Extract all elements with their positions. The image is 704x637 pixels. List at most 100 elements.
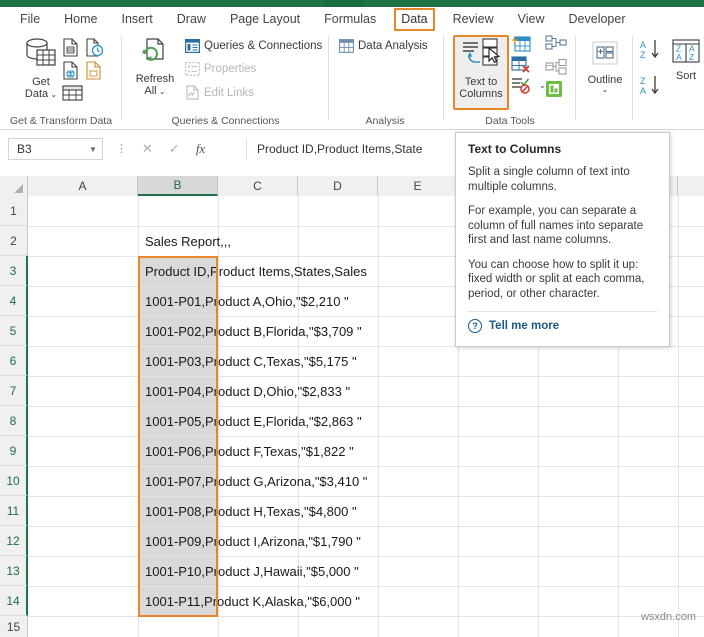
select-all-corner[interactable]	[0, 176, 28, 196]
sort-label: Sort	[675, 69, 697, 82]
cell-b8[interactable]: 1001-P05,Product E,Florida,"$2,863 "	[142, 406, 572, 436]
tab-view[interactable]: View	[512, 9, 551, 30]
sort-descending-button[interactable]: Z A	[639, 74, 669, 96]
row-header-5[interactable]: 5	[0, 316, 28, 346]
cell-b7[interactable]: 1001-P04,Product D,Ohio,"$2,833 "	[142, 376, 572, 406]
row-header-9[interactable]: 9	[0, 436, 28, 466]
properties-icon	[185, 62, 200, 76]
cell-b9[interactable]: 1001-P06,Product F,Texas,"$1,822 "	[142, 436, 572, 466]
name-box[interactable]: B3 ▼	[8, 138, 103, 160]
row-header-1[interactable]: 1	[0, 196, 28, 226]
row-header-15[interactable]: 15	[0, 616, 28, 637]
cell-b14[interactable]: 1001-P11,Product K,Alaska,"$6,000 "	[142, 586, 572, 616]
row-header-12[interactable]: 12	[0, 526, 28, 556]
row-header-14[interactable]: 14	[0, 586, 28, 616]
watermark: wsxdn.com	[640, 611, 696, 623]
flash-fill-icon	[511, 35, 531, 52]
tab-page-layout[interactable]: Page Layout	[224, 9, 306, 30]
cell-b13[interactable]: 1001-P10,Product J,Hawaii,"$5,000 "	[142, 556, 572, 586]
row-header-11[interactable]: 11	[0, 496, 28, 526]
row-header-4[interactable]: 4	[0, 286, 28, 316]
text-to-columns-icon	[459, 38, 503, 74]
formula-bar-buttons: ✕ ✓ fx	[134, 138, 213, 160]
group-label-data-tools: Data Tools	[485, 115, 535, 127]
tab-data[interactable]: Data	[394, 8, 435, 31]
column-header-d[interactable]: D	[298, 176, 378, 196]
properties-button[interactable]: Properties	[185, 62, 256, 76]
tab-developer[interactable]: Developer	[563, 9, 632, 30]
fx-icon[interactable]: fx	[196, 141, 205, 157]
from-workbook-icon	[85, 61, 102, 80]
column-header-e[interactable]: E	[378, 176, 458, 196]
row-header-7[interactable]: 7	[0, 376, 28, 406]
from-web-button[interactable]	[62, 61, 83, 80]
from-recent-sources-button[interactable]	[85, 38, 108, 57]
sort-za-icon: Z A	[639, 74, 665, 96]
refresh-all-button[interactable]: Refresh All ⌄	[131, 37, 179, 98]
excel-window: File Home Insert Draw Page Layout Formul…	[0, 0, 704, 637]
outline-icon	[589, 40, 621, 72]
tab-review[interactable]: Review	[447, 9, 500, 30]
cell-b10[interactable]: 1001-P07,Product G,Arizona,"$3,410 "	[142, 466, 572, 496]
consolidate-button[interactable]	[545, 35, 571, 51]
from-text-csv-button[interactable]	[62, 38, 83, 57]
svg-text:Z: Z	[640, 50, 646, 60]
tab-home[interactable]: Home	[58, 9, 103, 30]
cell-b12[interactable]: 1001-P09,Product I,Arizona,"$1,790 "	[142, 526, 572, 556]
row-header-13[interactable]: 13	[0, 556, 28, 586]
sort-button[interactable]: Z A A Z Sort	[668, 38, 704, 82]
cell-b11[interactable]: 1001-P08,Product H,Texas,"$4,800 "	[142, 496, 572, 526]
row-header-10[interactable]: 10	[0, 466, 28, 496]
column-header-b[interactable]: B	[138, 176, 218, 196]
row-header-2[interactable]: 2	[0, 226, 28, 256]
column-header-i[interactable]	[678, 176, 704, 196]
relationships-button[interactable]	[545, 59, 571, 75]
properties-label: Properties	[204, 63, 257, 75]
edit-links-button[interactable]: Edit Links	[185, 85, 254, 100]
row-header-6[interactable]: 6	[0, 346, 28, 376]
manage-data-model-button[interactable]	[545, 80, 567, 98]
data-validation-button[interactable]: ⌄	[511, 77, 546, 94]
check-icon[interactable]: ✓	[169, 141, 180, 157]
formula-bar-handle[interactable]: ⋮	[116, 142, 127, 155]
tab-insert[interactable]: Insert	[116, 9, 159, 30]
outline-dropdown-caret[interactable]: ⌄	[602, 86, 609, 94]
manage-data-model-icon	[545, 80, 563, 98]
ribbon-group-analysis: Data Analysis Analysis	[330, 32, 440, 130]
ribbon-divider-4	[575, 36, 576, 120]
tab-draw[interactable]: Draw	[171, 9, 212, 30]
queries-connections-button[interactable]: Queries & Connections	[185, 39, 322, 53]
group-label-analysis: Analysis	[365, 115, 405, 127]
title-bar-strip	[0, 0, 704, 7]
ribbon-divider-5	[632, 36, 633, 120]
tab-file[interactable]: File	[14, 9, 46, 30]
row-header-8[interactable]: 8	[0, 406, 28, 436]
get-data-label-line2: Data ⌄	[24, 88, 58, 100]
ribbon-body: Get Data ⌄ Get & Transform Data Refresh …	[0, 32, 704, 130]
remove-duplicates-button[interactable]	[511, 56, 535, 73]
refresh-all-icon	[140, 37, 170, 71]
consolidate-icon	[545, 35, 567, 51]
tooltip-paragraph-1: Split a single column of text into multi…	[468, 166, 630, 193]
cell-b6[interactable]: 1001-P03,Product C,Texas,"$5,175 "	[142, 346, 572, 376]
row-header-3[interactable]: 3	[0, 256, 28, 286]
data-analysis-label: Data Analysis	[358, 40, 428, 52]
outline-button[interactable]: Outline ⌄	[581, 40, 629, 94]
edit-links-label: Edit Links	[204, 86, 254, 99]
chevron-down-icon[interactable]: ▼	[84, 145, 102, 154]
data-analysis-button[interactable]: Data Analysis	[339, 39, 428, 53]
ribbon-divider-1	[121, 36, 122, 120]
tell-me-more-label: Tell me more	[489, 320, 560, 332]
text-to-columns-button[interactable]: Text to Columns	[455, 38, 507, 101]
from-workbook-button[interactable]	[85, 61, 106, 80]
tell-me-more-link[interactable]: ? Tell me more	[468, 319, 657, 333]
column-header-a[interactable]: A	[28, 176, 138, 196]
sort-ascending-button[interactable]: A Z	[639, 38, 669, 60]
column-header-c[interactable]: C	[218, 176, 298, 196]
tab-formulas[interactable]: Formulas	[318, 9, 382, 30]
flash-fill-button[interactable]	[511, 35, 535, 52]
close-icon[interactable]: ✕	[142, 141, 153, 157]
grid-line-h	[28, 616, 704, 617]
group-label-sort-filter	[634, 114, 704, 130]
from-table-range-button[interactable]	[62, 84, 88, 102]
